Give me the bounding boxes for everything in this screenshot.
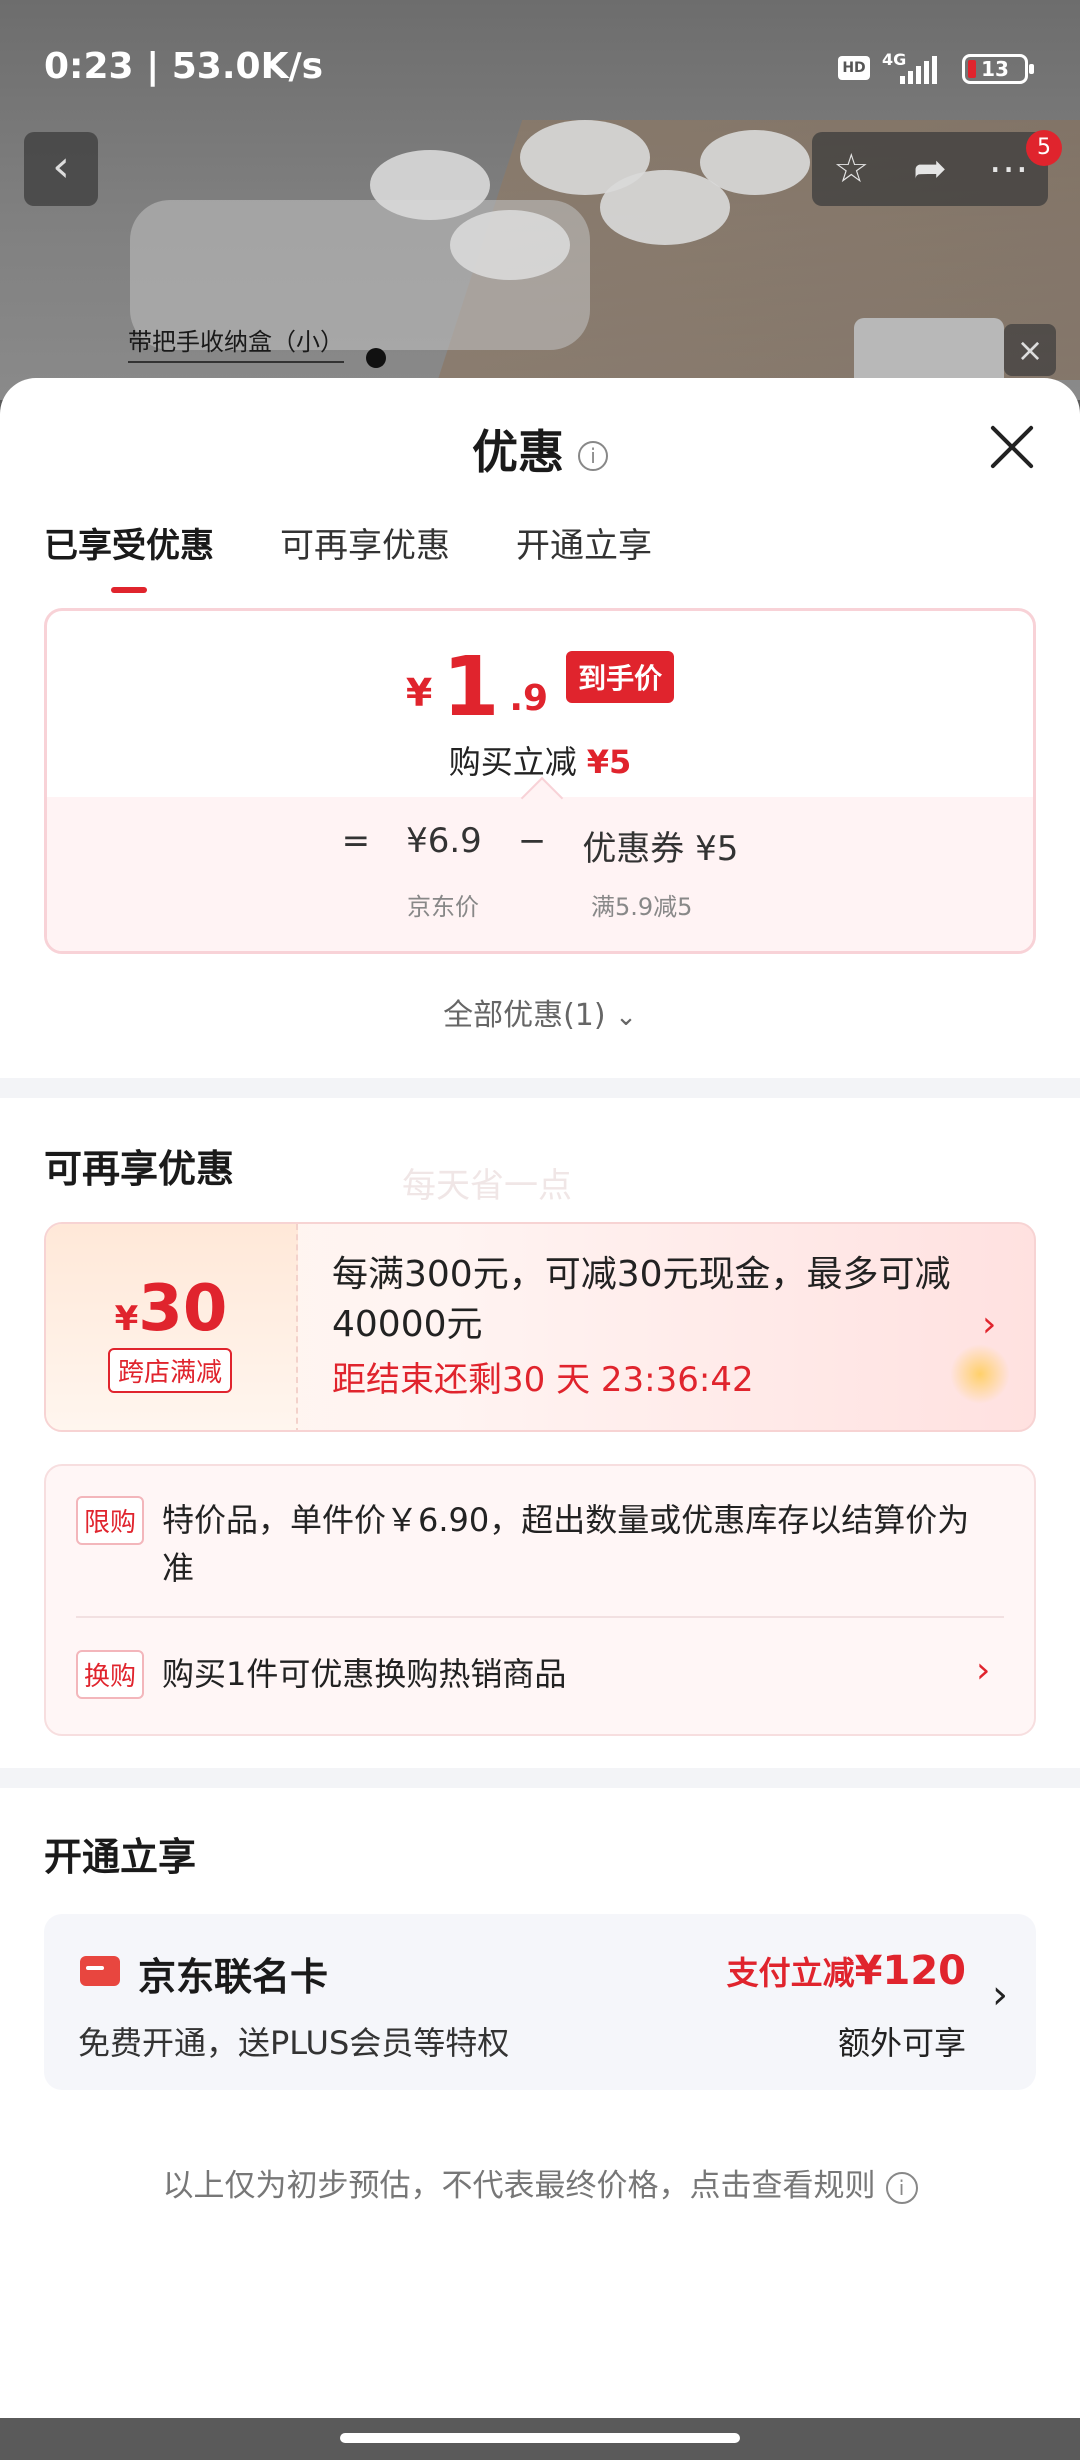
slogan-watermark: 每天省一点 bbox=[402, 1166, 572, 1206]
jd-price-caption: 京东价 bbox=[407, 893, 479, 921]
coupon-amount: ¥30 bbox=[46, 1272, 296, 1346]
pay-discount-label: 支付立减 bbox=[726, 1954, 855, 1992]
status-bar: 0:23 | 53.0K/s HD 4G 13 bbox=[0, 0, 1080, 130]
instant-discount: 购买立减 ¥5 bbox=[47, 737, 1033, 783]
chevron-down-icon: ⌄ bbox=[615, 1002, 637, 1032]
back-icon: ‹ bbox=[52, 141, 70, 192]
floating-close-button[interactable]: × bbox=[1004, 324, 1056, 376]
jd-cobrand-card[interactable]: 京东联名卡 免费开通，送PLUS会员等特权 支付立减¥120 额外可享 › bbox=[44, 1914, 1036, 2090]
pay-discount: 支付立减¥120 bbox=[727, 1948, 966, 1994]
pay-discount-amount: ¥120 bbox=[854, 1948, 966, 1994]
disclaimer-text: 以上仅为初步预估，不代表最终价格，点击查看规则 bbox=[162, 2168, 876, 2204]
limit-divider bbox=[76, 1616, 1004, 1618]
formula-equals: = bbox=[341, 821, 371, 861]
tab-open-now[interactable]: 开通立享 bbox=[516, 518, 652, 593]
final-price-top: ¥ 1 .9 到手价 购买立减 ¥5 bbox=[47, 611, 1033, 797]
tab-more-offers[interactable]: 可再享优惠 bbox=[280, 518, 450, 593]
signal-icon bbox=[900, 56, 937, 84]
chevron-right-icon: › bbox=[976, 1650, 991, 1691]
close-icon[interactable] bbox=[984, 418, 1040, 474]
info-icon[interactable]: i bbox=[578, 440, 608, 471]
offer-tabs: 已享受优惠 可再享优惠 开通立享 bbox=[44, 518, 652, 593]
section-divider bbox=[0, 1768, 1080, 1788]
product-hotspot-label[interactable]: 带把手收纳盒（小） bbox=[128, 322, 344, 363]
final-price-tag: 到手价 bbox=[566, 651, 675, 703]
price-decimal: .9 bbox=[509, 678, 549, 719]
coupon-description: 每满300元，可减30元现金，最多可减40000元 bbox=[332, 1254, 951, 1345]
price-integer: 1 bbox=[442, 640, 500, 735]
sparkle-decoration bbox=[950, 1344, 1010, 1404]
chevron-right-icon: › bbox=[982, 1304, 997, 1345]
section-divider bbox=[0, 1078, 1080, 1098]
limit-text: 特价品，单件价￥6.90，超出数量或优惠库存以结算价为准 bbox=[162, 1501, 970, 1587]
chevron-right-icon: › bbox=[992, 1972, 1008, 2018]
purchase-limits-card: 限购 特价品，单件价￥6.90，超出数量或优惠库存以结算价为准 换购 购买1件可… bbox=[44, 1464, 1036, 1736]
coupon-value: 优惠券 ¥5 bbox=[582, 829, 739, 869]
message-badge: 5 bbox=[1026, 130, 1062, 166]
card-description: 免费开通，送PLUS会员等特权 bbox=[78, 2024, 510, 2062]
nav-actions: ☆ ➦ ⋯ bbox=[812, 132, 1048, 206]
price-currency: ¥ bbox=[405, 671, 433, 715]
product-photo-jar bbox=[450, 210, 570, 280]
instant-discount-amount: ¥5 bbox=[586, 743, 632, 781]
extra-benefit: 额外可享 bbox=[837, 2024, 966, 2062]
all-offers-toggle[interactable]: 全部优惠(1) ⌄ bbox=[0, 990, 1080, 1034]
more-offers-section-title: 可再享优惠 bbox=[44, 1147, 235, 1191]
info-icon: i bbox=[885, 2171, 918, 2204]
price-formula: = ¥6.9 − 优惠券 ¥5 bbox=[47, 821, 1033, 870]
star-icon[interactable]: ☆ bbox=[821, 146, 881, 192]
exchange-badge: 换购 bbox=[76, 1650, 145, 1699]
jd-price: ¥6.9 bbox=[406, 821, 482, 861]
hd-icon: HD bbox=[838, 56, 870, 80]
home-indicator[interactable] bbox=[340, 2433, 740, 2443]
price-breakdown: = ¥6.9 − 优惠券 ¥5 京东价 满5.9减5 bbox=[47, 797, 1033, 951]
final-price: ¥ 1 .9 到手价 bbox=[47, 647, 1033, 729]
tab-enjoyed-offers[interactable]: 已享受优惠 bbox=[44, 518, 214, 593]
limit-badge: 限购 bbox=[76, 1496, 145, 1545]
product-hotspot-dot[interactable] bbox=[366, 348, 386, 368]
cross-store-coupon-card[interactable]: ¥30 跨店满减 每满300元，可减30元现金，最多可减40000元 距结束还剩… bbox=[44, 1222, 1036, 1432]
share-icon[interactable]: ➦ bbox=[900, 146, 960, 192]
formula-minus: − bbox=[517, 821, 547, 861]
coupon-countdown: 距结束还剩30 天 23:36:42 bbox=[332, 1360, 754, 1400]
status-time-speed: 0:23 | 53.0K/s bbox=[44, 46, 324, 87]
sheet-title: 优惠 i bbox=[0, 416, 1080, 482]
card-name: 京东联名卡 bbox=[138, 1955, 329, 1999]
coupon-number: 30 bbox=[138, 1272, 228, 1346]
product-photo-jar bbox=[700, 130, 810, 195]
coupon-value-panel: ¥30 跨店满减 bbox=[46, 1224, 298, 1430]
coupon-type-badge: 跨店满减 bbox=[108, 1348, 233, 1393]
card-icon bbox=[80, 1956, 120, 1986]
final-price-card: ¥ 1 .9 到手价 购买立减 ¥5 = ¥6.9 − 优惠券 ¥5 京东价 满5… bbox=[44, 608, 1036, 954]
exchange-text: 购买1件可优惠换购热销商品 bbox=[162, 1655, 567, 1693]
sheet-title-text: 优惠 bbox=[472, 425, 564, 479]
coupon-caption: 满5.9减5 bbox=[591, 893, 693, 921]
price-disclaimer[interactable]: 以上仅为初步预估，不代表最终价格，点击查看规则 i bbox=[0, 2160, 1080, 2205]
open-now-section-title: 开通立享 bbox=[44, 1835, 197, 1879]
back-button[interactable]: ‹ bbox=[24, 132, 98, 206]
battery-icon: 13 bbox=[962, 54, 1034, 84]
instant-discount-label: 购买立减 bbox=[448, 743, 577, 781]
product-photo-jar bbox=[370, 150, 490, 220]
all-offers-label: 全部优惠(1) bbox=[443, 998, 606, 1033]
coupon-currency: ¥ bbox=[114, 1299, 139, 1339]
